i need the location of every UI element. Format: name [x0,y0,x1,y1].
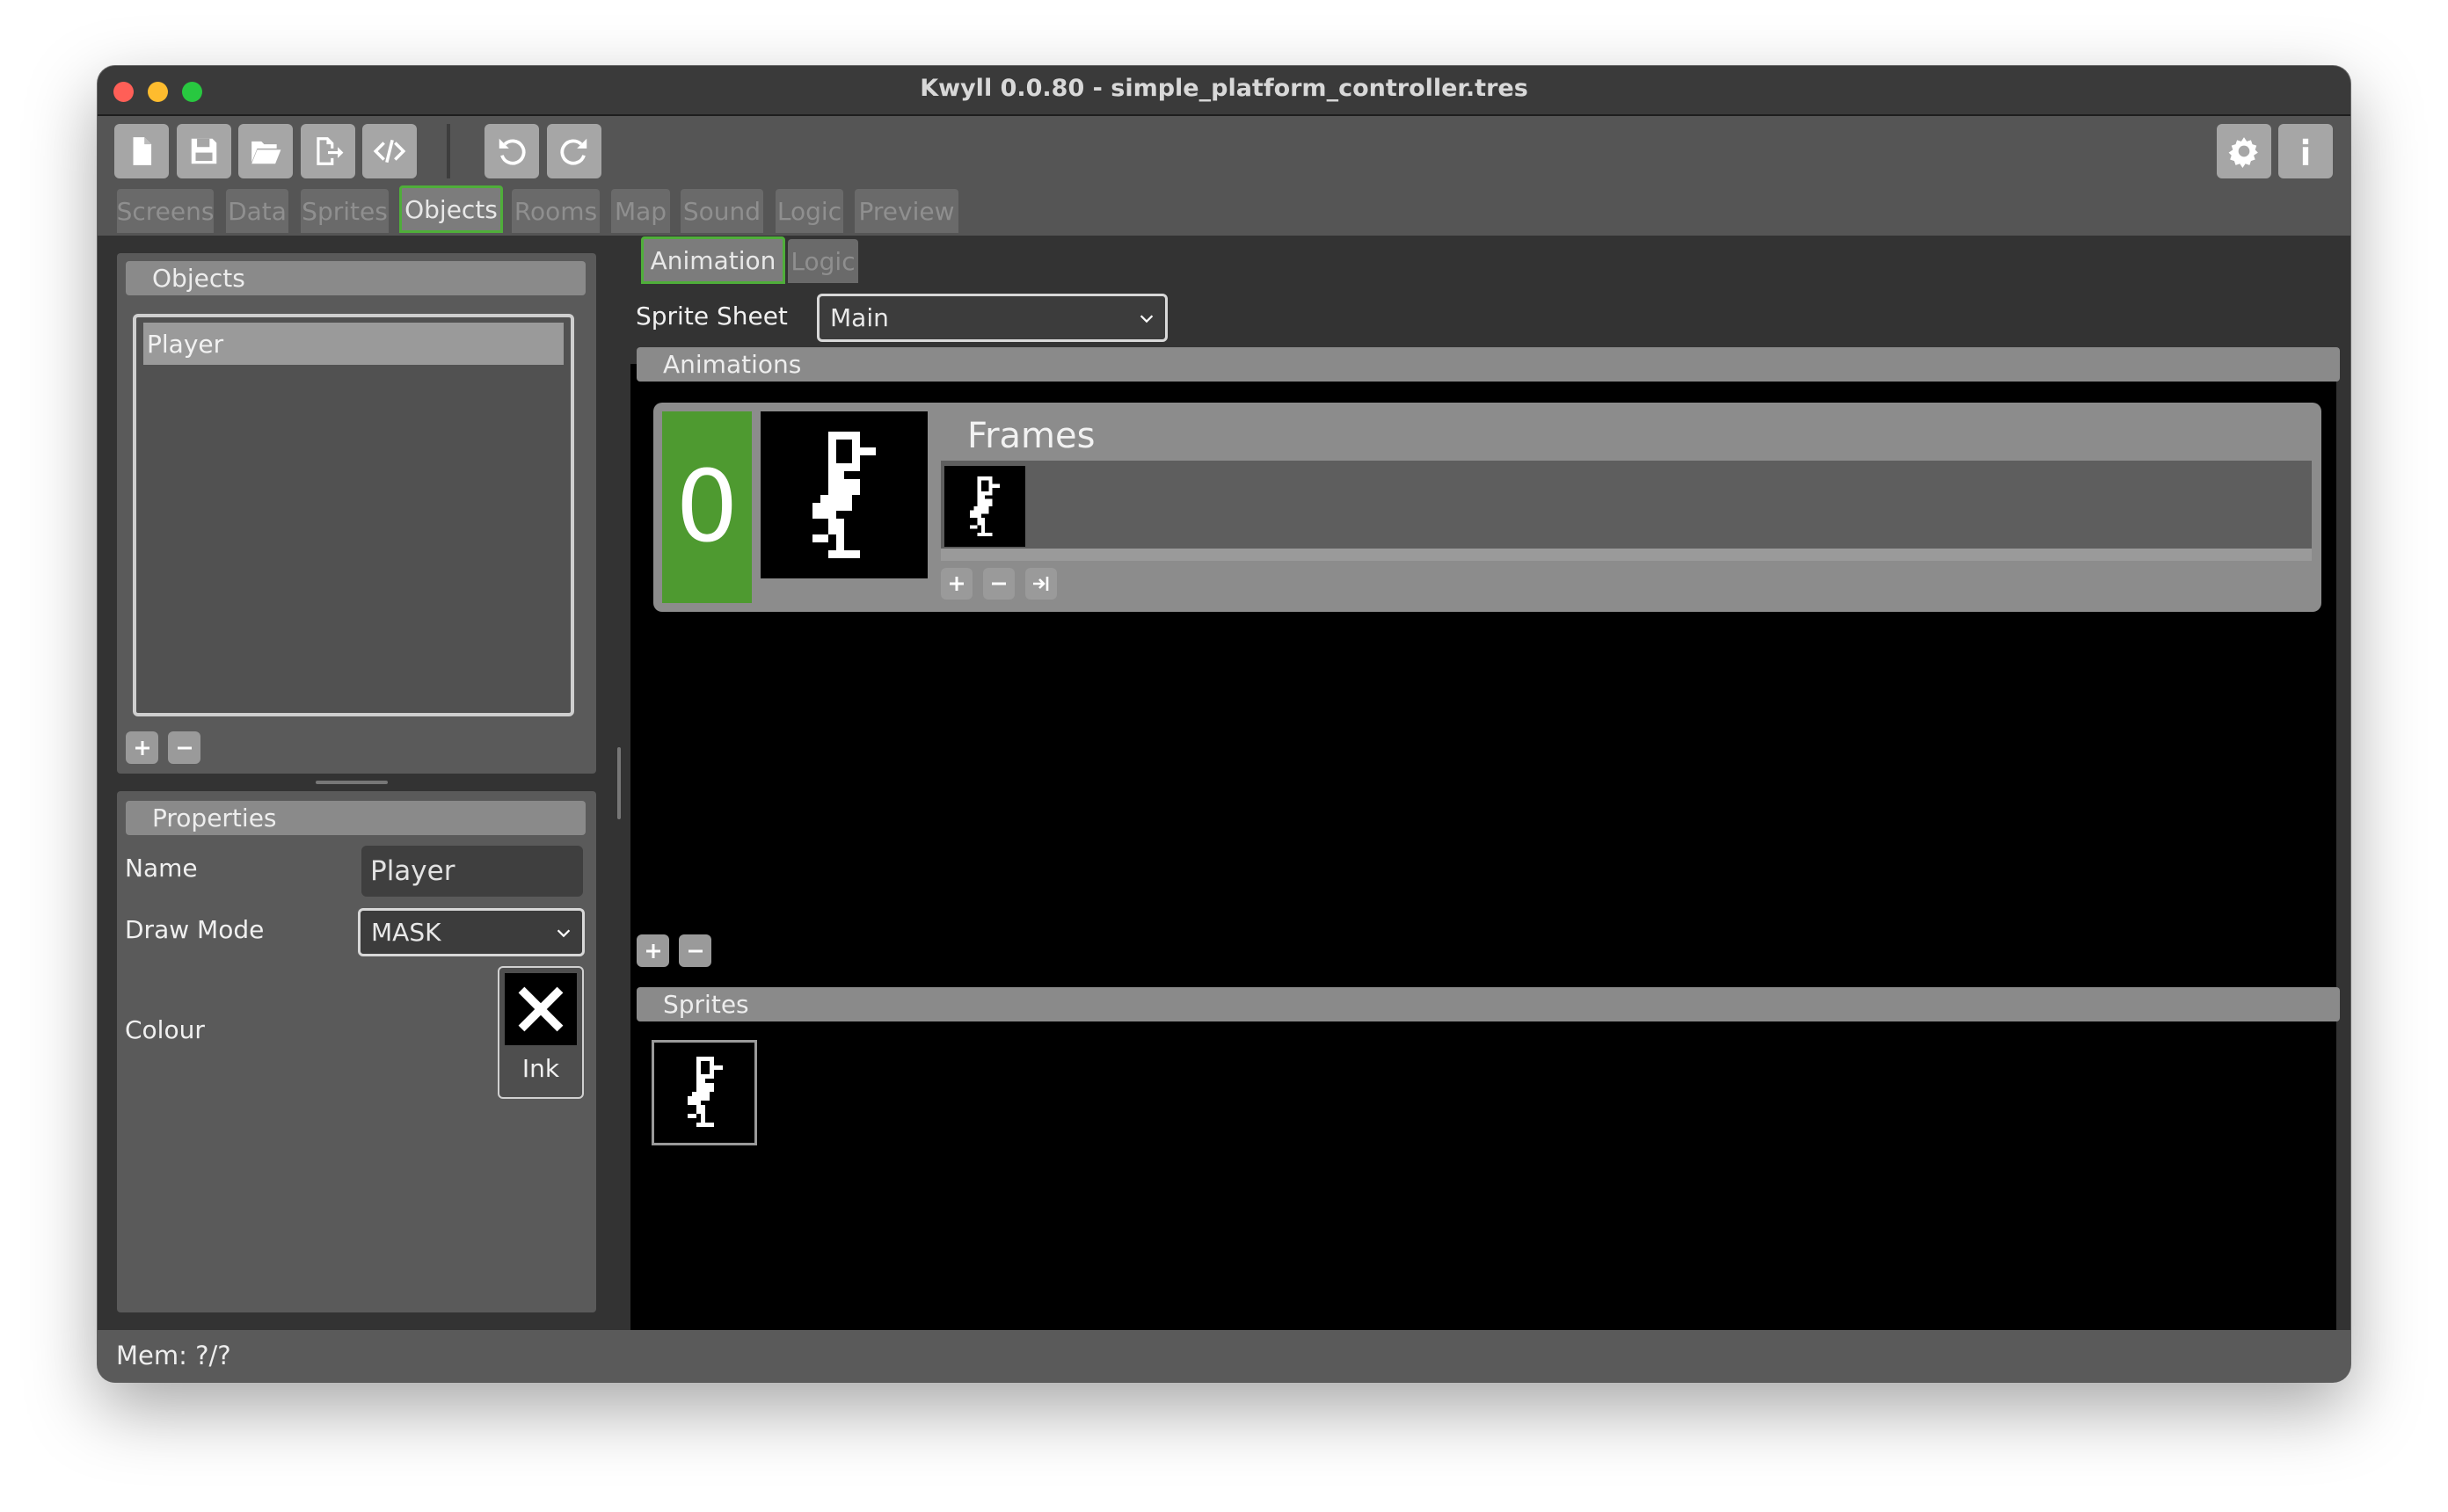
subtab-logic[interactable]: Logic [788,239,858,283]
insert-frame-button[interactable] [1025,568,1057,600]
undo-icon [499,138,526,165]
export-button[interactable] [301,124,355,178]
info-button[interactable] [2278,124,2333,178]
close-icon [518,986,564,1032]
redo-icon [560,138,587,165]
gear-icon [2228,137,2258,168]
minus-icon [177,746,192,749]
tab-map[interactable]: Map [611,189,670,233]
open-button[interactable] [238,124,293,178]
memory-status: Mem: ?/? [116,1341,231,1370]
animation-item[interactable]: 0 Frames [653,403,2321,612]
redo-button[interactable] [547,124,601,178]
player-sprite-icon [812,432,876,558]
colour-label: Colour [125,1015,205,1044]
tab-sound[interactable]: Sound [681,189,763,233]
minus-icon [992,582,1006,585]
name-label: Name [125,854,198,883]
remove-frame-button[interactable] [983,568,1015,600]
frames-scrollbar[interactable] [941,549,2312,561]
add-object-button[interactable] [126,731,158,764]
title-bar: Kwyll 0.0.80 - simple_platform_controlle… [98,66,2350,116]
name-field[interactable]: Player [361,846,583,897]
objects-list[interactable]: Player [133,314,574,716]
new-file-button[interactable] [114,124,169,178]
save-icon [191,138,217,164]
frame-thumbnail[interactable] [944,466,1025,547]
new-file-icon [133,137,152,165]
settings-button[interactable] [2217,124,2271,178]
draw-mode-label: Draw Mode [125,915,265,944]
chevron-down-icon [557,928,571,937]
insert-icon [1033,577,1049,591]
save-button[interactable] [177,124,231,178]
open-folder-icon [251,141,281,164]
tab-preview[interactable]: Preview [855,189,958,233]
animations-header: Animations [637,347,2340,382]
add-frame-button[interactable] [941,568,973,600]
window-title: Kwyll 0.0.80 - simple_platform_controlle… [920,75,1528,102]
tab-rooms[interactable]: Rooms [512,189,600,233]
player-sprite-icon [688,1057,723,1127]
remove-animation-button[interactable] [679,934,711,967]
tab-objects[interactable]: Objects [399,185,503,233]
frames-panel: Frames [941,411,2312,561]
panel-split-handle[interactable] [316,781,388,784]
plus-icon [950,577,964,591]
code-button[interactable] [362,124,417,178]
objects-header: Objects [126,261,586,295]
toolbar-separator [447,124,450,178]
animation-index: 0 [662,411,752,603]
main-split-handle[interactable] [617,747,621,819]
plus-icon [135,740,149,755]
export-icon [317,137,344,165]
tab-logic[interactable]: Logic [776,189,843,233]
colour-value: Ink [521,1054,560,1083]
frames-header: Frames [941,411,2312,461]
subtab-animation[interactable]: Animation [641,236,785,284]
remove-object-button[interactable] [168,731,200,764]
sprite-thumbnail[interactable] [652,1040,757,1145]
app-window: Kwyll 0.0.80 - simple_platform_controlle… [98,66,2350,1382]
tab-sprites[interactable]: Sprites [301,189,389,233]
properties-header: Properties [126,801,586,835]
code-icon [373,139,406,164]
sprite-sheet-value: Main [830,303,889,332]
sprite-sheet-select[interactable]: Main [817,294,1168,342]
sprites-header: Sprites [637,987,2340,1021]
undo-button[interactable] [484,124,539,178]
sprite-sheet-label: Sprite Sheet [636,302,788,331]
colour-swatch [505,973,577,1045]
draw-mode-select[interactable]: MASK [358,908,585,956]
tab-data[interactable]: Data [226,189,288,233]
player-sprite-icon [970,476,1000,536]
plus-icon [645,943,660,958]
minus-icon [688,949,703,952]
animation-preview [761,411,928,578]
colour-picker[interactable]: Ink [498,966,584,1099]
chevron-down-icon [1140,314,1154,323]
list-item[interactable]: Player [143,323,564,365]
draw-mode-value: MASK [371,918,441,947]
tab-screens[interactable]: Screens [117,189,214,233]
status-bar: Mem: ?/? [98,1330,2350,1382]
add-animation-button[interactable] [637,934,669,967]
info-icon [2302,138,2309,165]
